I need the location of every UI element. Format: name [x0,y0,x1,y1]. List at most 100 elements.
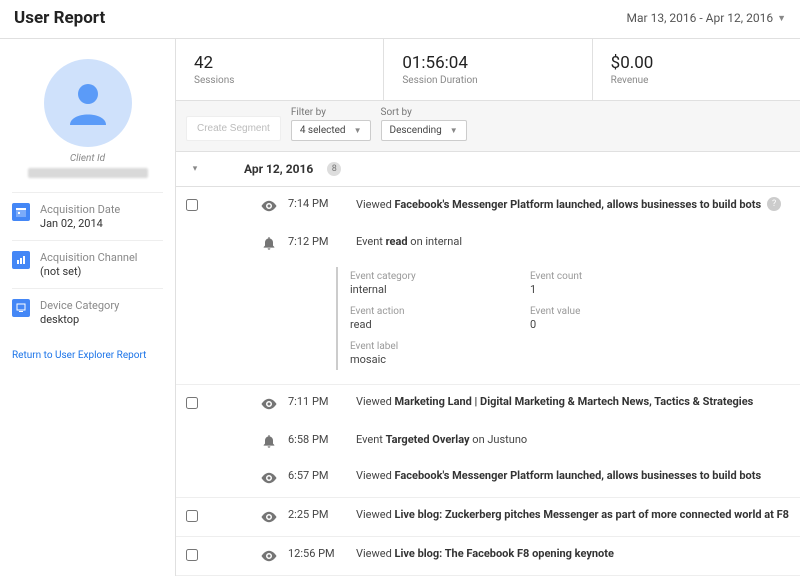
activity-row[interactable]: 12:56 PMViewed Live blog: The Facebook F… [176,537,800,576]
date-range-picker[interactable]: Mar 13, 2016 - Apr 12, 2016 ▼ [627,11,786,25]
bars-icon [12,251,30,269]
stat-label: Sessions [194,75,365,86]
desc-bold: Facebook's Messenger Platform launched, … [395,469,762,482]
stat-label: Session Duration [402,75,573,86]
activity-description: Viewed Facebook's Messenger Platform lau… [356,469,790,482]
stats-row: 42 Sessions 01:56:04 Session Duration $0… [176,39,800,101]
client-id-value-redacted [28,168,148,178]
event-detail-item: Event categoryinternal [350,271,530,296]
prop-label: Acquisition Channel [40,251,138,264]
event-detail-label: Event category [350,271,530,282]
date-group-count: 8 [327,162,341,176]
event-detail-value: 1 [530,283,710,296]
event-detail: Event categoryinternalEvent count1Event … [336,267,800,370]
desc-prefix: Event [356,235,386,248]
select-checkbox[interactable] [186,510,198,522]
prop-label: Acquisition Date [40,203,120,216]
controls-row: Create Segment Filter by 4 selected ▼ So… [176,101,800,152]
prop-acquisition-channel: Acquisition Channel (not set) [12,240,163,288]
eye-icon [258,469,280,487]
return-link[interactable]: Return to User Explorer Report [12,350,163,361]
eye-icon [260,395,278,413]
event-detail-value: internal [350,283,530,296]
stat-revenue: $0.00 Revenue [593,39,800,100]
prop-value: (not set) [40,265,138,278]
row-checkbox-cell [186,508,202,525]
activity-description: Viewed Live blog: Zuckerberg pitches Mes… [356,508,790,521]
info-icon[interactable]: ? [767,197,781,211]
prop-acquisition-date: Acquisition Date Jan 02, 2014 [12,192,163,240]
activity-time: 6:58 PM [288,433,348,446]
activity-row[interactable]: 6:57 PM Viewed Facebook's Messenger Platf… [176,459,800,498]
event-detail-value: 0 [530,318,710,331]
activity-description: Event read on internal [356,235,790,248]
avatar [44,59,132,147]
activity-description: Event Targeted Overlay on Justuno [356,433,790,446]
event-detail-item: Event value0 [530,306,710,331]
create-segment-button[interactable]: Create Segment [186,116,281,141]
activity-row[interactable]: 7:11 PMViewed Marketing Land | Digital M… [176,385,800,423]
stat-value: 42 [194,53,365,73]
desc-bold: Live blog: Zuckerberg pitches Messenger … [395,508,789,521]
filter-label: Filter by [291,107,371,118]
stat-sessions: 42 Sessions [176,39,384,100]
activity-time: 2:25 PM [288,508,348,521]
eye-icon [258,197,280,215]
sort-value: Descending [390,125,442,136]
desc-bold: Targeted Overlay [386,433,470,446]
desc-suffix: on internal [408,235,462,248]
eye-icon [258,395,280,413]
eye-icon [260,508,278,526]
stat-value: 01:56:04 [402,53,573,73]
page-title: User Report [14,8,105,28]
sidebar: Client Id Acquisition Date Jan 02, 2014 … [0,39,176,576]
row-checkbox-cell [186,547,202,564]
activity-row[interactable]: 2:25 PM Viewed Live blog: Zuckerberg pitc… [176,498,800,537]
prop-label: Device Category [40,299,119,312]
row-checkbox-cell [186,235,202,237]
activity-time: 6:57 PM [288,469,348,482]
calendar-icon [12,203,30,221]
sort-dropdown[interactable]: Descending ▼ [381,120,467,141]
user-icon [60,75,116,131]
desc-bold: Marketing Land | Digital Marketing & Mar… [395,395,754,408]
activity-description: Viewed Facebook's Messenger Platform lau… [356,197,790,211]
chevron-down-icon: ▼ [354,126,362,135]
stat-label: Revenue [611,75,782,86]
event-detail-label: Event action [350,306,530,317]
chevron-down-icon: ▼ [777,13,786,24]
activity-row[interactable]: 6:58 PM Event Targeted Overlay on Justuno [176,423,800,459]
row-checkbox-cell [186,433,202,435]
event-detail-label: Event count [530,271,710,282]
filter-value: 4 selected [300,125,346,136]
event-detail-item: Event labelmosaic [350,341,530,366]
select-checkbox[interactable] [186,549,198,561]
activity-time: 7:12 PM [288,235,348,248]
activity-row[interactable]: 7:12 PM Event read on internal [176,225,800,261]
select-checkbox[interactable] [186,397,198,409]
activity-description: Viewed Marketing Land | Digital Marketin… [356,395,790,408]
eye-icon [260,469,278,487]
desc-bold: read [386,235,408,248]
select-checkbox[interactable] [186,199,198,211]
filter-dropdown[interactable]: 4 selected ▼ [291,120,371,141]
prop-value: Jan 02, 2014 [40,217,120,230]
bell-icon [261,235,277,251]
activity-list: 7:14 PM Viewed Facebook's Messenger Platf… [176,187,800,576]
event-detail-value: read [350,318,530,331]
stat-session-duration: 01:56:04 Session Duration [384,39,592,100]
date-range-text: Mar 13, 2016 - Apr 12, 2016 [627,11,774,25]
event-detail-item: Event count1 [530,271,710,296]
activity-row[interactable]: 7:14 PM Viewed Facebook's Messenger Platf… [176,187,800,225]
header: User Report Mar 13, 2016 - Apr 12, 2016 … [0,0,800,39]
desc-bold: Facebook's Messenger Platform launched, … [395,198,762,211]
desc-prefix: Viewed [356,547,395,560]
desc-prefix: Viewed [356,469,395,482]
event-detail-label: Event label [350,341,530,352]
date-group-header[interactable]: ▾ Apr 12, 2016 8 [176,152,800,187]
row-checkbox-cell [186,395,202,412]
bell-icon [258,235,280,251]
activity-time: 7:14 PM [288,197,348,210]
desc-bold: Live blog: The Facebook F8 opening keyno… [395,547,614,560]
desc-prefix: Viewed [356,508,395,521]
